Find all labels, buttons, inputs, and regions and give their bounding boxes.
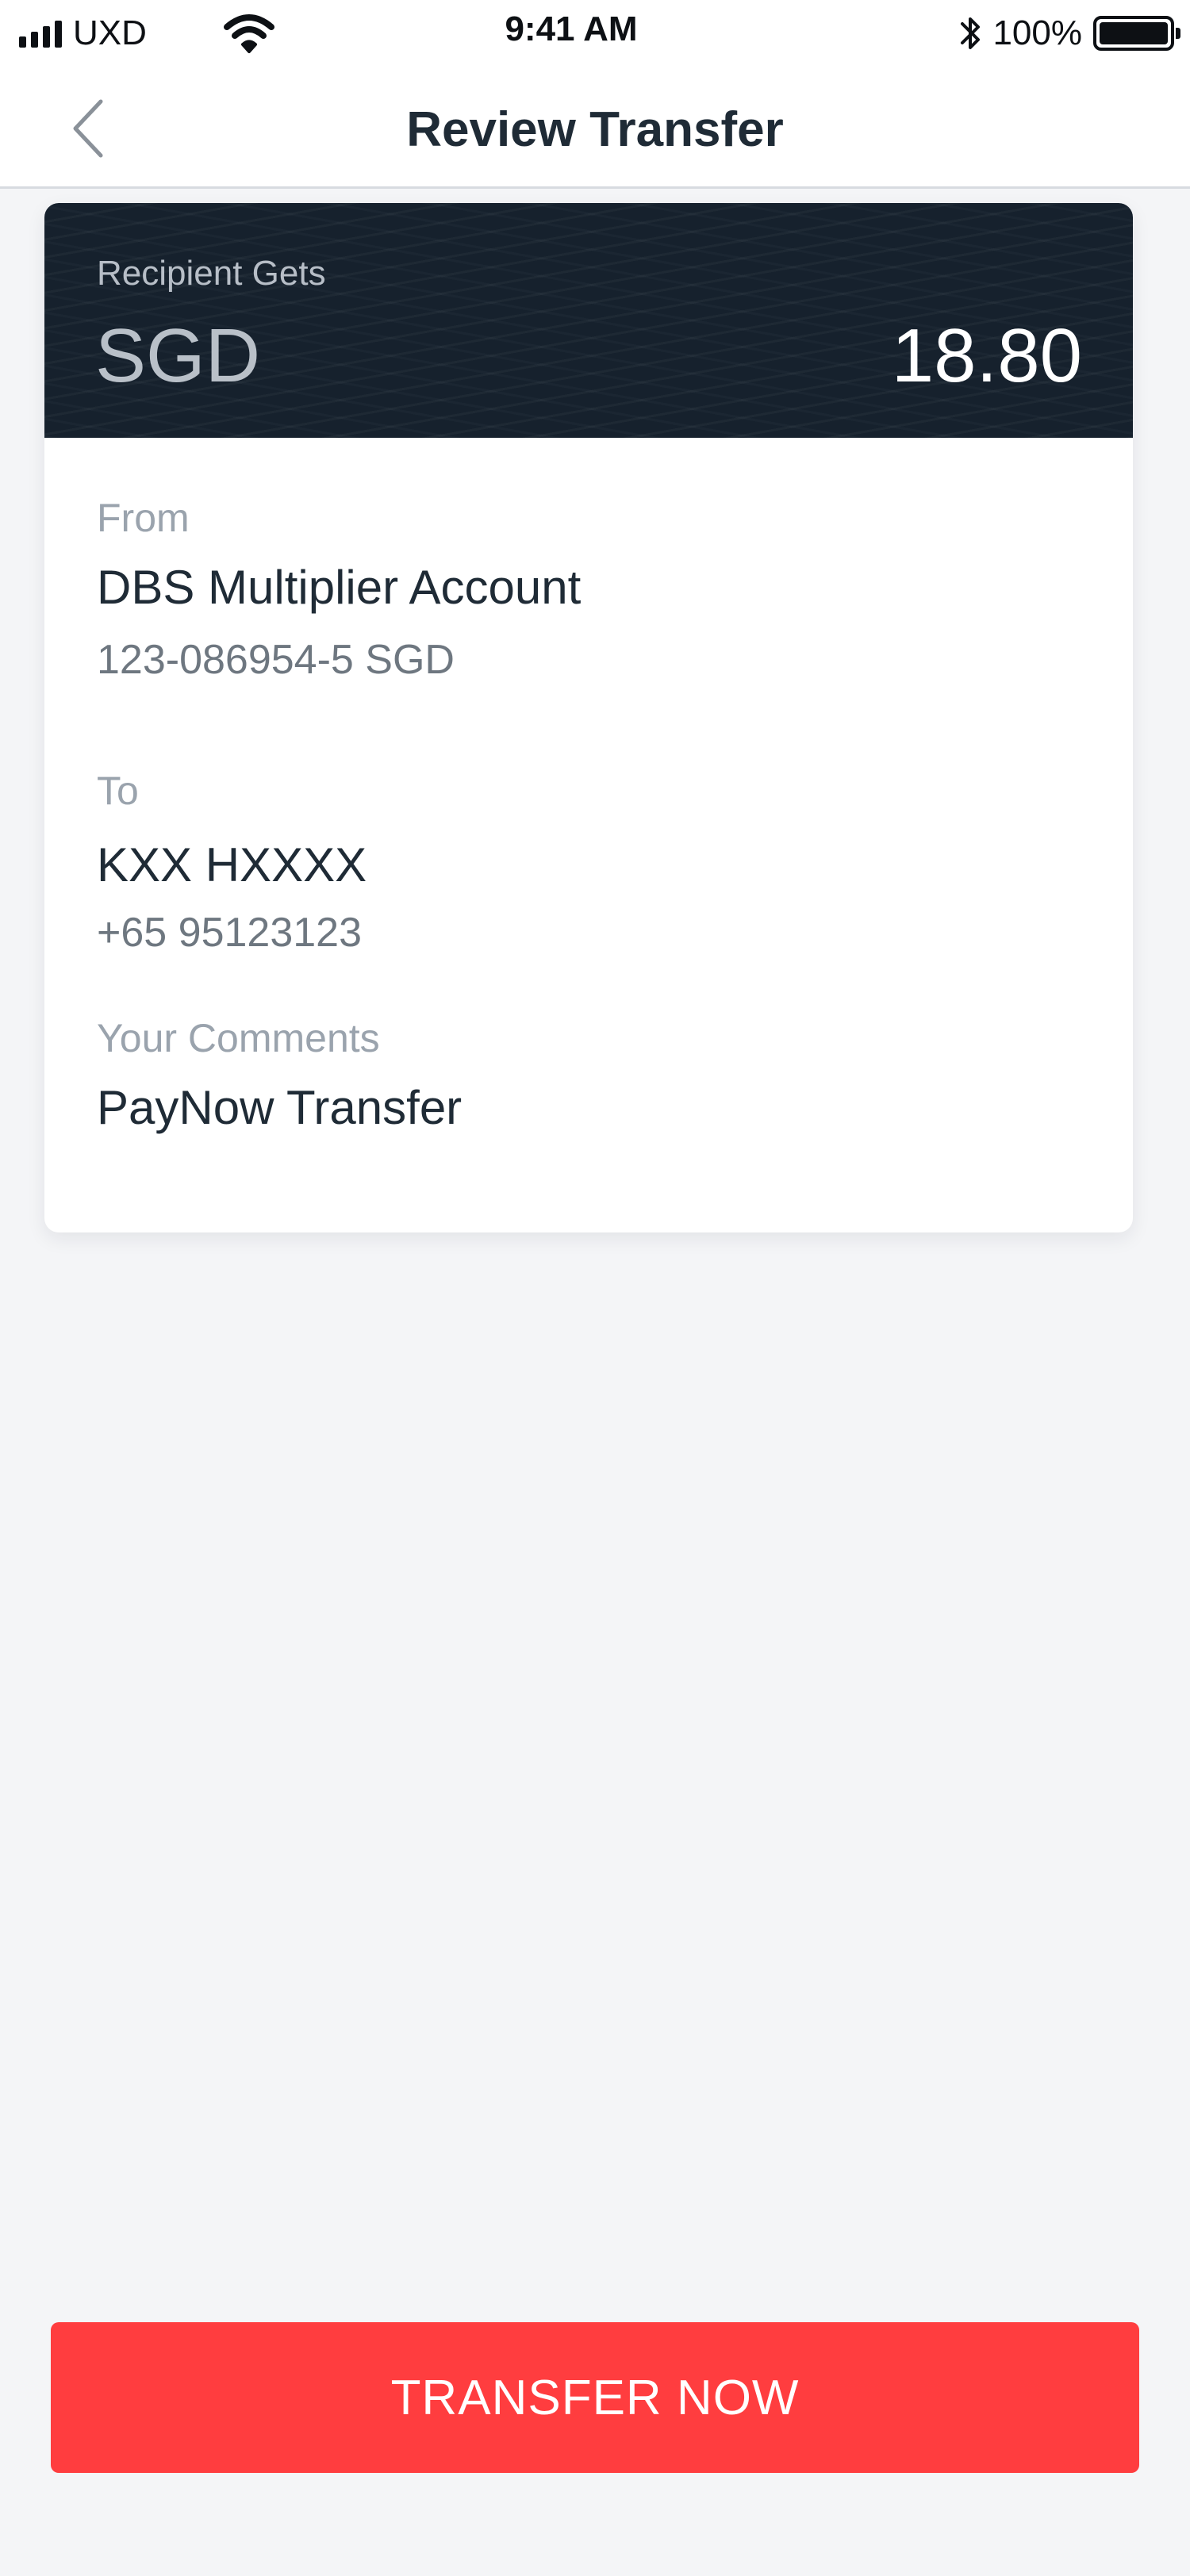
comments-value: PayNow Transfer <box>97 1081 463 1134</box>
battery-icon <box>1093 16 1180 51</box>
status-right: 100% <box>956 11 1180 56</box>
recipient-gets-label: Recipient Gets <box>97 254 326 293</box>
from-label: From <box>97 496 190 540</box>
transfer-summary-card: Recipient Gets SGD 18.80 From DBS Multip… <box>44 203 1133 1232</box>
to-label: To <box>97 769 139 813</box>
currency-code: SGD <box>95 313 261 398</box>
from-account-name: DBS Multiplier Account <box>97 561 582 614</box>
status-bar: UXD 9:41 AM 100% <box>0 0 1190 67</box>
transfer-now-button[interactable]: TRANSFER NOW <box>51 2322 1139 2473</box>
to-recipient-name: KXX HXXXX <box>97 838 367 891</box>
from-account-number: 123-086954-5 SGD <box>97 637 455 683</box>
page-title: Review Transfer <box>406 102 784 157</box>
recipient-gets-header: Recipient Gets SGD 18.80 <box>44 203 1133 438</box>
bluetooth-icon <box>961 17 981 49</box>
transfer-amount: 18.80 <box>891 313 1082 398</box>
nav-bar: Review Transfer <box>0 67 1190 189</box>
battery-percentage: 100% <box>992 13 1082 52</box>
comments-label: Your Comments <box>97 1016 380 1060</box>
to-recipient-phone: +65 95123123 <box>97 910 363 956</box>
